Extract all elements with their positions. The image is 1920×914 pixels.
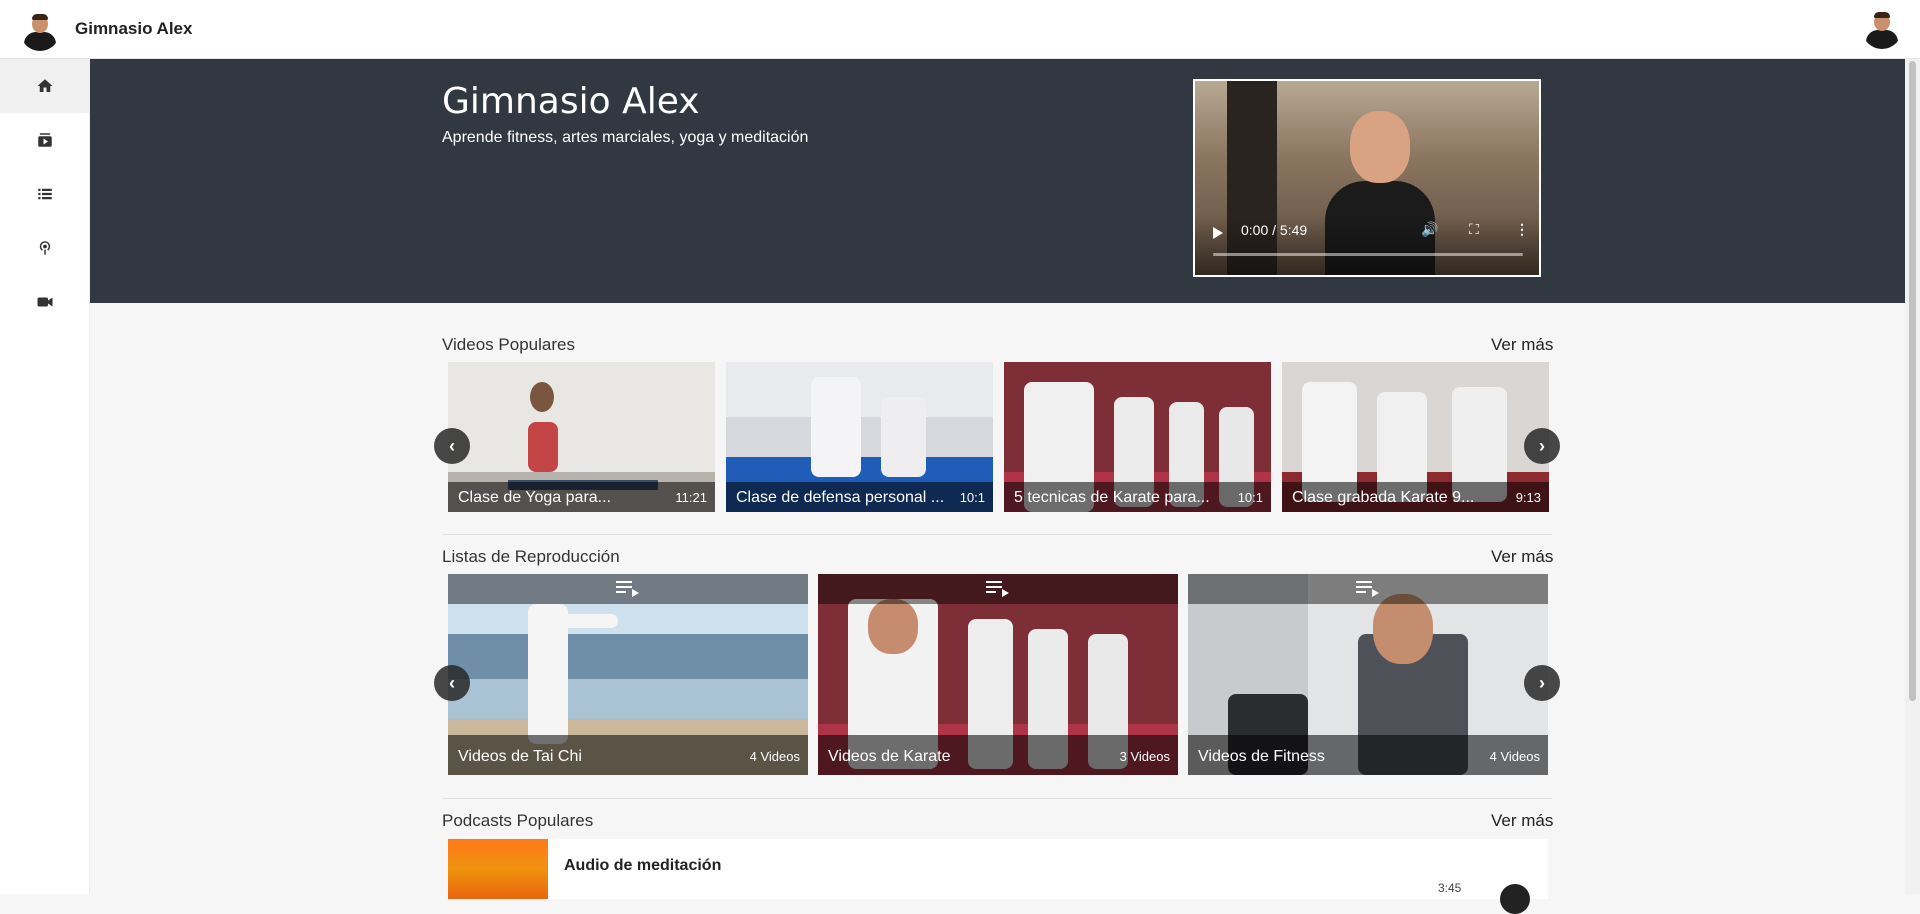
chevron-left-icon: ‹ <box>449 672 455 693</box>
playlist-card[interactable]: Videos de Fitness 4 Videos <box>1188 574 1548 775</box>
podcasts-more-link[interactable]: Ver más <box>1491 811 1553 831</box>
sidebar-item-live[interactable] <box>0 275 90 329</box>
video-duration: 11:21 <box>675 490 707 505</box>
carousel-prev-button[interactable]: ‹ <box>434 428 470 464</box>
playlist-count: 4 Videos <box>749 749 800 764</box>
video-card[interactable]: Clase grabada Karate 9... 9:13 <box>1282 362 1549 512</box>
playlist-title: Videos de Karate <box>828 748 951 765</box>
video-title: Clase grabada Karate 9... <box>1292 489 1475 506</box>
playlist-count: 3 Videos <box>1119 749 1170 764</box>
sidebar <box>0 59 90 894</box>
list-icon <box>38 188 52 200</box>
home-icon <box>37 79 53 92</box>
video-library-icon <box>38 133 52 147</box>
playlist-title: Videos de Fitness <box>1198 748 1325 765</box>
playlist-title: Videos de Tai Chi <box>458 748 582 765</box>
video-title: 5 tecnicas de Karate para... <box>1014 489 1210 506</box>
video-progress-bar[interactable] <box>1213 253 1523 256</box>
hero-video-player[interactable]: 0:00 / 5:49 🔊 ⛶ ⋮ <box>1193 79 1541 277</box>
volume-icon[interactable]: 🔊 <box>1421 221 1438 238</box>
podcast-item[interactable]: Audio de meditación 3:45 <box>448 839 1548 914</box>
podcast-play-button[interactable] <box>1500 884 1530 914</box>
video-card[interactable]: 5 tecnicas de Karate para... 10:1 <box>1004 362 1271 512</box>
chevron-right-icon: › <box>1539 672 1545 693</box>
logo-avatar[interactable] <box>20 11 60 51</box>
video-duration: 10:1 <box>1237 490 1263 505</box>
video-card[interactable]: Clase de defensa personal ... 10:1 <box>726 362 993 512</box>
playlist-icon <box>1356 581 1380 597</box>
podcasts-title: Podcasts Populares <box>442 811 594 830</box>
sidebar-item-podcasts[interactable] <box>0 221 90 275</box>
camera-icon <box>37 297 53 307</box>
playlists-title: Listas de Reproducción <box>442 547 620 566</box>
video-card[interactable]: Clase de Yoga para... 11:21 <box>448 362 715 512</box>
video-duration: 9:13 <box>1515 490 1541 505</box>
user-avatar[interactable] <box>1862 9 1902 49</box>
top-bar: Gimnasio Alex <box>0 0 1920 59</box>
playlists-prev-button[interactable]: ‹ <box>434 665 470 701</box>
scrollbar-thumb[interactable] <box>1909 61 1916 701</box>
video-time: 0:00 / 5:49 <box>1241 222 1308 238</box>
hero-subtitle: Aprende fitness, artes marciales, yoga y… <box>442 129 809 146</box>
page-scrollbar[interactable] <box>1905 59 1920 894</box>
sidebar-item-playlists[interactable] <box>0 167 90 221</box>
fullscreen-icon[interactable]: ⛶ <box>1469 221 1479 238</box>
chevron-left-icon: ‹ <box>449 435 455 456</box>
playlists-next-button[interactable]: › <box>1524 665 1560 701</box>
carousel-next-button[interactable]: › <box>1524 428 1560 464</box>
playlist-icon <box>986 581 1010 597</box>
playlist-card[interactable]: Videos de Tai Chi 4 Videos <box>448 574 808 775</box>
playlists-more-link[interactable]: Ver más <box>1491 547 1553 567</box>
brand-title[interactable]: Gimnasio Alex <box>75 19 192 39</box>
section-divider <box>442 798 1552 799</box>
sidebar-item-home[interactable] <box>0 59 90 113</box>
more-options-icon[interactable]: ⋮ <box>1515 221 1529 238</box>
playlist-card[interactable]: Videos de Karate 3 Videos <box>818 574 1178 775</box>
podcast-icon <box>39 241 51 255</box>
play-icon[interactable] <box>1213 227 1223 239</box>
sidebar-item-videos[interactable] <box>0 113 90 167</box>
podcast-title: Audio de meditación <box>564 857 722 874</box>
video-title: Clase de defensa personal ... <box>736 489 945 506</box>
video-duration: 10:1 <box>959 490 985 505</box>
section-divider <box>442 534 1552 535</box>
playlist-icon <box>616 581 640 597</box>
podcast-thumbnail <box>448 839 548 899</box>
playlist-count: 4 Videos <box>1489 749 1540 764</box>
popular-videos-more-link[interactable]: Ver más <box>1491 335 1553 355</box>
hero-title: Gimnasio Alex <box>442 81 700 122</box>
video-title: Clase de Yoga para... <box>458 489 612 506</box>
popular-videos-title: Videos Populares <box>442 335 575 354</box>
chevron-right-icon: › <box>1539 435 1545 456</box>
hero-banner: Gimnasio Alex Aprende fitness, artes mar… <box>90 59 1905 303</box>
podcast-duration: 3:45 <box>1438 881 1462 895</box>
